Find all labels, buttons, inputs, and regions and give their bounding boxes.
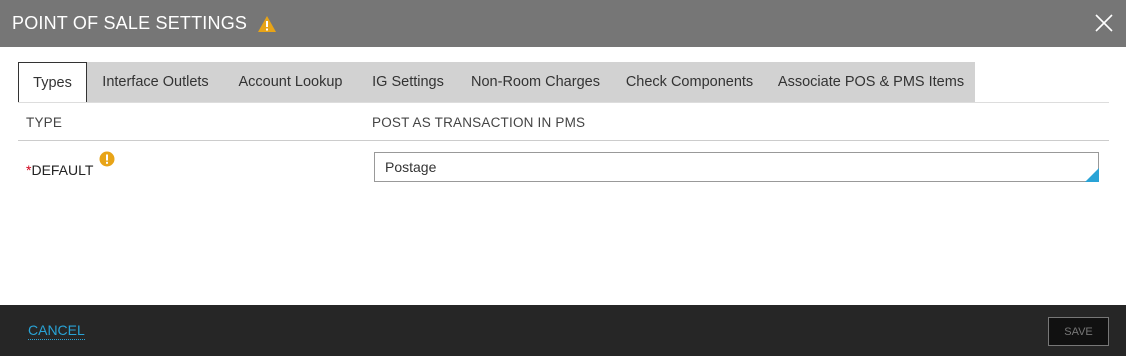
warning-icon <box>257 15 277 33</box>
save-button[interactable]: SAVE <box>1048 317 1109 346</box>
tab-non-room-charges[interactable]: Non-Room Charges <box>459 62 612 102</box>
tab-label: Non-Room Charges <box>471 74 600 90</box>
tab-interface-outlets[interactable]: Interface Outlets <box>87 62 224 102</box>
tab-strip: Types Interface Outlets Account Lookup I… <box>18 62 975 103</box>
info-icon[interactable] <box>99 151 115 167</box>
tab-label: IG Settings <box>372 74 444 90</box>
tab-label: Types <box>33 75 72 91</box>
tab-check-components[interactable]: Check Components <box>612 62 767 102</box>
tab-divider <box>18 102 1109 103</box>
header-divider <box>18 140 1109 141</box>
column-header-post-as-transaction: POST AS TRANSACTION IN PMS <box>372 115 586 130</box>
dropdown-corner-icon <box>1085 168 1099 182</box>
tab-label: Account Lookup <box>238 74 343 90</box>
dialog-titlebar: POINT OF SALE SETTINGS <box>0 0 1126 47</box>
tab-associate-pos-pms-items[interactable]: Associate POS & PMS Items <box>767 62 975 102</box>
column-header-type: TYPE <box>26 115 63 130</box>
type-name: DEFAULT <box>31 162 94 178</box>
save-button-label: SAVE <box>1064 325 1093 338</box>
tab-account-lookup[interactable]: Account Lookup <box>224 62 357 102</box>
tab-types[interactable]: Types <box>18 62 87 103</box>
row-type-label: *DEFAULT <box>26 162 93 178</box>
cancel-button[interactable]: CANCEL <box>28 322 85 340</box>
post-as-transaction-value: Postage <box>385 159 437 175</box>
dialog-title: POINT OF SALE SETTINGS <box>12 13 248 33</box>
close-icon[interactable] <box>1094 13 1114 33</box>
tab-ig-settings[interactable]: IG Settings <box>357 62 459 102</box>
dialog-footer: CANCEL SAVE <box>0 305 1126 356</box>
post-as-transaction-select[interactable]: Postage <box>374 152 1099 182</box>
tab-label: Interface Outlets <box>102 74 209 90</box>
tab-label: Check Components <box>625 74 754 90</box>
tab-label: Associate POS & PMS Items <box>777 74 965 90</box>
